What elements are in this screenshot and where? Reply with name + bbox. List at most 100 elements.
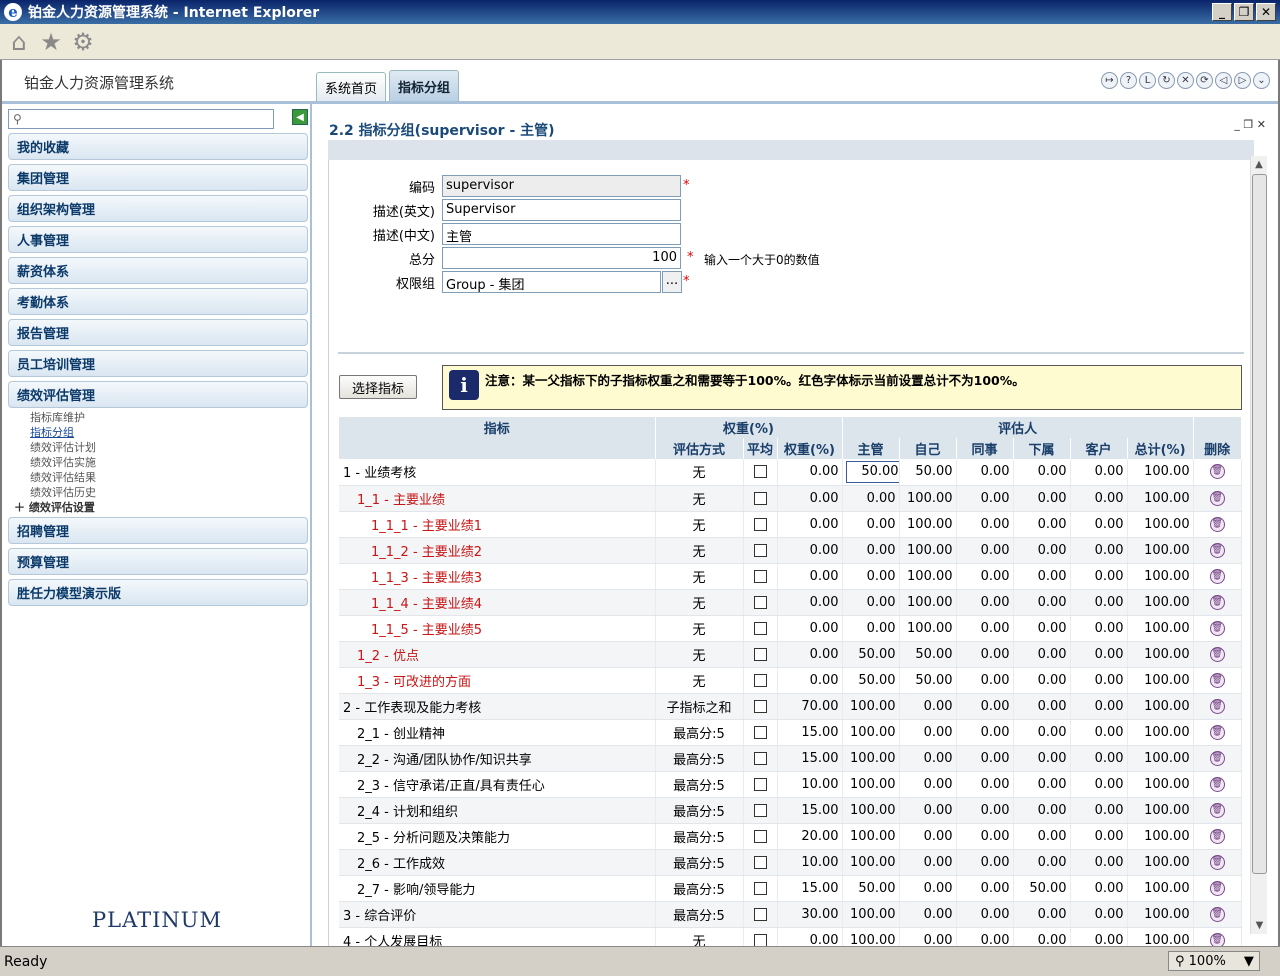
peer-input[interactable]: 0.00: [956, 641, 1014, 668]
avg-checkbox[interactable]: [753, 465, 767, 479]
weight-input[interactable]: 0.00: [777, 537, 843, 564]
peer-input[interactable]: 0.00: [956, 693, 1014, 720]
submenu-eval-settings[interactable]: ＋ 绩效评估设置: [14, 500, 95, 515]
avg-checkbox[interactable]: [753, 855, 767, 869]
weight-input[interactable]: 20.00: [777, 823, 843, 850]
weight-input[interactable]: 0.00: [777, 927, 843, 946]
self-input[interactable]: 50.00: [899, 641, 957, 668]
peer-input[interactable]: 0.00: [956, 875, 1014, 902]
login-icon[interactable]: L: [1139, 72, 1156, 89]
subordinate-input[interactable]: 0.00: [1013, 719, 1071, 746]
customer-input[interactable]: 0.00: [1070, 537, 1128, 564]
customer-input[interactable]: 0.00: [1070, 771, 1128, 798]
select-indicator-button[interactable]: 选择指标: [339, 375, 417, 399]
trash-icon[interactable]: 🗑: [1209, 776, 1225, 792]
close-button[interactable]: ✕: [1256, 3, 1276, 21]
avg-checkbox[interactable]: [753, 777, 767, 791]
self-input[interactable]: 0.00: [899, 693, 957, 720]
subordinate-input[interactable]: 0.00: [1013, 927, 1071, 946]
menu-salary[interactable]: 薪资体系: [8, 257, 308, 284]
subordinate-input[interactable]: 0.00: [1013, 901, 1071, 928]
trash-icon[interactable]: 🗑: [1209, 464, 1225, 480]
self-input[interactable]: 0.00: [899, 823, 957, 850]
weight-input[interactable]: 0.00: [777, 641, 843, 668]
subordinate-input[interactable]: 0.00: [1013, 511, 1071, 538]
supervisor-input-focused[interactable]: 50.00: [845, 460, 899, 483]
menu-recruit[interactable]: 招聘管理: [8, 517, 308, 544]
perm-browse-button[interactable]: ...: [662, 271, 682, 293]
subordinate-input[interactable]: 0.00: [1013, 485, 1071, 512]
customer-input[interactable]: 0.00: [1070, 875, 1128, 902]
trash-icon[interactable]: 🗑: [1209, 854, 1225, 870]
avg-checkbox[interactable]: [753, 595, 767, 609]
submenu-eval-history[interactable]: 绩效评估历史: [30, 485, 96, 500]
menu-training[interactable]: 员工培训管理: [8, 350, 308, 377]
supervisor-input[interactable]: 100.00: [842, 901, 900, 928]
code-field[interactable]: supervisor: [442, 175, 681, 197]
subordinate-input[interactable]: 0.00: [1013, 797, 1071, 824]
supervisor-input[interactable]: 0.00: [842, 485, 900, 512]
self-input[interactable]: 100.00: [899, 563, 957, 590]
supervisor-input[interactable]: 100.00: [842, 745, 900, 772]
submenu-indicator-group[interactable]: 指标分组: [30, 425, 74, 440]
self-input[interactable]: 100.00: [899, 485, 957, 512]
customer-input[interactable]: 0.00: [1070, 667, 1128, 694]
menu-reports[interactable]: 报告管理: [8, 319, 308, 346]
menu-budget[interactable]: 预算管理: [8, 548, 308, 575]
trash-icon[interactable]: 🗑: [1209, 906, 1225, 922]
subordinate-input[interactable]: 0.00: [1013, 641, 1071, 668]
restore-panel-icon[interactable]: ❐: [1243, 118, 1256, 131]
peer-input[interactable]: 0.00: [956, 797, 1014, 824]
scroll-down-icon[interactable]: ▼: [1251, 917, 1268, 934]
peer-input[interactable]: 0.00: [956, 615, 1014, 642]
submenu-eval-result[interactable]: 绩效评估结果: [30, 470, 96, 485]
home-icon[interactable]: ⌂: [6, 28, 32, 56]
collapse-sidebar-icon[interactable]: ◀: [292, 109, 308, 125]
customer-input[interactable]: 0.00: [1070, 745, 1128, 772]
customer-input[interactable]: 0.00: [1070, 563, 1128, 590]
trash-icon[interactable]: 🗑: [1209, 542, 1225, 558]
back-icon[interactable]: ◁: [1215, 72, 1232, 89]
subordinate-input[interactable]: 0.00: [1013, 771, 1071, 798]
subordinate-input[interactable]: 0.00: [1013, 563, 1071, 590]
supervisor-input[interactable]: 100.00: [842, 719, 900, 746]
subordinate-input[interactable]: 0.00: [1013, 459, 1071, 486]
avg-checkbox[interactable]: [753, 907, 767, 921]
subordinate-input[interactable]: 0.00: [1013, 693, 1071, 720]
menu-competency[interactable]: 胜任力模型演示版: [8, 579, 308, 606]
customer-input[interactable]: 0.00: [1070, 797, 1128, 824]
submenu-eval-plan[interactable]: 绩效评估计划: [30, 440, 96, 455]
customer-input[interactable]: 0.00: [1070, 485, 1128, 512]
self-input[interactable]: 0.00: [899, 927, 957, 946]
weight-input[interactable]: 15.00: [777, 719, 843, 746]
customer-input[interactable]: 0.00: [1070, 719, 1128, 746]
tab-home[interactable]: 系统首页: [316, 72, 387, 102]
vertical-scrollbar[interactable]: ▲ ▼: [1250, 156, 1267, 934]
customer-input[interactable]: 0.00: [1070, 901, 1128, 928]
subordinate-input[interactable]: 0.00: [1013, 667, 1071, 694]
supervisor-input[interactable]: 50.00: [842, 875, 900, 902]
weight-input[interactable]: 0.00: [777, 563, 843, 590]
supervisor-input[interactable]: 0.00: [842, 563, 900, 590]
peer-input[interactable]: 0.00: [956, 485, 1014, 512]
supervisor-input[interactable]: 100.00: [842, 849, 900, 876]
menu-attendance[interactable]: 考勤体系: [8, 288, 308, 315]
trash-icon[interactable]: 🗑: [1209, 490, 1225, 506]
avg-checkbox[interactable]: [753, 751, 767, 765]
desc-cn-field[interactable]: 主管: [442, 223, 681, 245]
customer-input[interactable]: 0.00: [1070, 459, 1128, 486]
avg-checkbox[interactable]: [753, 517, 767, 531]
forward-icon[interactable]: ▷: [1234, 72, 1251, 89]
weight-input[interactable]: 0.00: [777, 615, 843, 642]
supervisor-input[interactable]: 50.00: [842, 641, 900, 668]
menu-performance[interactable]: 绩效评估管理: [8, 381, 308, 408]
supervisor-input[interactable]: 0.00: [842, 511, 900, 538]
subordinate-input[interactable]: 0.00: [1013, 745, 1071, 772]
trash-icon[interactable]: 🗑: [1209, 802, 1225, 818]
gear-icon[interactable]: ⚙: [70, 28, 96, 56]
avg-checkbox[interactable]: [753, 491, 767, 505]
peer-input[interactable]: 0.00: [956, 511, 1014, 538]
weight-input[interactable]: 15.00: [777, 797, 843, 824]
trash-icon[interactable]: 🗑: [1209, 932, 1225, 946]
avg-checkbox[interactable]: [753, 647, 767, 661]
